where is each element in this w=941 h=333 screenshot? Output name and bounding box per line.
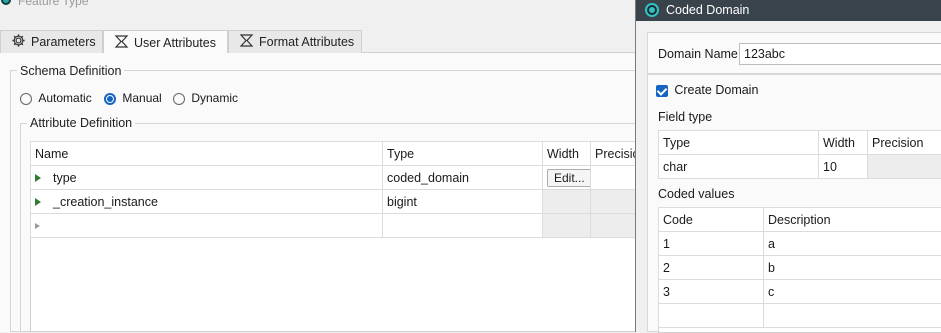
domain-name-label: Domain Name (658, 47, 738, 61)
attribute-width-cell: Edit... (543, 166, 591, 190)
code-cell[interactable]: 2 (659, 256, 764, 280)
checkbox-checked-icon (656, 85, 668, 97)
radio-button (173, 93, 185, 105)
attribute-type-cell[interactable]: coded_domain (383, 166, 543, 190)
field-type-label: Field type (658, 110, 712, 124)
radio-manual[interactable]: Manual (104, 91, 162, 105)
expand-arrow-icon[interactable] (35, 174, 41, 182)
code-cell[interactable]: 1 (659, 232, 764, 256)
code-cell[interactable] (659, 304, 764, 328)
expand-arrow-icon[interactable] (35, 198, 41, 206)
window-title: Feature Type (18, 0, 89, 8)
table-row[interactable]: 1 a (659, 232, 941, 256)
column-header-code[interactable]: Code (659, 208, 764, 232)
attribute-definition-label: Attribute Definition (27, 116, 135, 130)
description-cell[interactable]: c (764, 280, 941, 304)
attribute-type-cell[interactable]: bigint (383, 190, 543, 214)
description-cell[interactable] (764, 304, 941, 328)
user-attributes-panel: Schema Definition Automatic Manual Dynam… (0, 53, 640, 332)
attribute-name-cell[interactable] (31, 214, 383, 238)
description-cell[interactable]: a (764, 232, 941, 256)
radio-label: Dynamic (191, 91, 238, 105)
create-domain-checkbox[interactable]: Create Domain (656, 83, 758, 97)
radio-dynamic[interactable]: Dynamic (173, 91, 238, 105)
tab-bar: Parameters User Attributes Format Attrib… (0, 30, 640, 53)
app-icon (645, 3, 659, 17)
attribute-type-cell[interactable] (383, 214, 543, 238)
column-header-width[interactable]: Width (819, 131, 868, 155)
column-header-type[interactable]: Type (659, 131, 819, 155)
attribute-table: Name Type Width Precision type coded_dom… (30, 141, 661, 238)
column-header-name[interactable]: Name (31, 142, 383, 166)
field-precision-cell (868, 155, 941, 179)
table-row[interactable]: 3 c (659, 280, 941, 304)
table-row-new[interactable] (659, 304, 941, 328)
sigma-icon (239, 34, 254, 50)
sigma-icon (114, 35, 129, 51)
table-row[interactable]: type coded_domain Edit... (31, 166, 661, 190)
attribute-name-cell[interactable]: _creation_instance (31, 190, 383, 214)
radio-label: Automatic (38, 91, 91, 105)
table-row[interactable]: char 10 (659, 155, 941, 179)
table-header-row: Name Type Width Precision (31, 142, 661, 166)
schema-definition-label: Schema Definition (17, 64, 124, 78)
table-row[interactable]: 2 b (659, 256, 941, 280)
domain-name-input[interactable]: 123abc (739, 43, 941, 65)
domain-name-section: Domain Name 123abc (647, 32, 941, 74)
column-header-description[interactable]: Description (764, 208, 941, 232)
coded-values-container: Code Description 1 a 2 b 3 c (658, 207, 941, 333)
table-row[interactable]: _creation_instance bigint (31, 190, 661, 214)
attribute-width-cell (543, 190, 591, 214)
column-header-precision[interactable]: Precision (868, 131, 941, 155)
field-type-cell[interactable]: char (659, 155, 819, 179)
coded-values-label: Coded values (658, 187, 734, 201)
radio-automatic[interactable]: Automatic (20, 91, 92, 105)
column-header-type[interactable]: Type (383, 142, 543, 166)
dialog-title-bar: Coded Domain (636, 0, 941, 21)
dialog-title: Coded Domain (666, 3, 749, 17)
code-cell[interactable]: 3 (659, 280, 764, 304)
field-type-table: Type Width Precision char 10 (658, 130, 941, 179)
table-header-row: Type Width Precision (659, 131, 941, 155)
coded-values-table: Code Description 1 a 2 b 3 c (658, 207, 941, 328)
gear-icon (11, 33, 26, 51)
attribute-name: _creation_instance (53, 195, 158, 209)
table-row-new[interactable] (31, 214, 661, 238)
tab-label: Format Attributes (259, 35, 354, 49)
tab-format-attributes[interactable]: Format Attributes (228, 30, 362, 53)
tab-user-attributes[interactable]: User Attributes (103, 30, 228, 54)
edit-button[interactable]: Edit... (547, 169, 591, 187)
attribute-table-container: Name Type Width Precision type coded_dom… (30, 141, 650, 332)
window-title-bar: Feature Type (0, 0, 620, 10)
table-header-row: Code Description (659, 208, 941, 232)
coded-domain-dialog: Coded Domain Domain Name 123abc Create D… (635, 0, 941, 332)
attribute-name-cell[interactable]: type (31, 166, 383, 190)
attribute-width-cell (543, 214, 591, 238)
tab-parameters[interactable]: Parameters (0, 30, 103, 53)
radio-label: Manual (122, 91, 161, 105)
domain-settings-section: Create Domain Field type Type Width Prec… (647, 74, 941, 332)
attribute-name: type (53, 171, 77, 185)
tab-label: Parameters (31, 35, 96, 49)
new-row-arrow-icon (35, 223, 40, 229)
description-cell[interactable]: b (764, 256, 941, 280)
field-width-cell[interactable]: 10 (819, 155, 868, 179)
app-icon (1, 0, 11, 5)
radio-button-selected (104, 93, 116, 105)
column-header-width[interactable]: Width (543, 142, 591, 166)
create-domain-label: Create Domain (674, 83, 758, 97)
tab-label: User Attributes (134, 36, 216, 50)
radio-button (20, 93, 32, 105)
